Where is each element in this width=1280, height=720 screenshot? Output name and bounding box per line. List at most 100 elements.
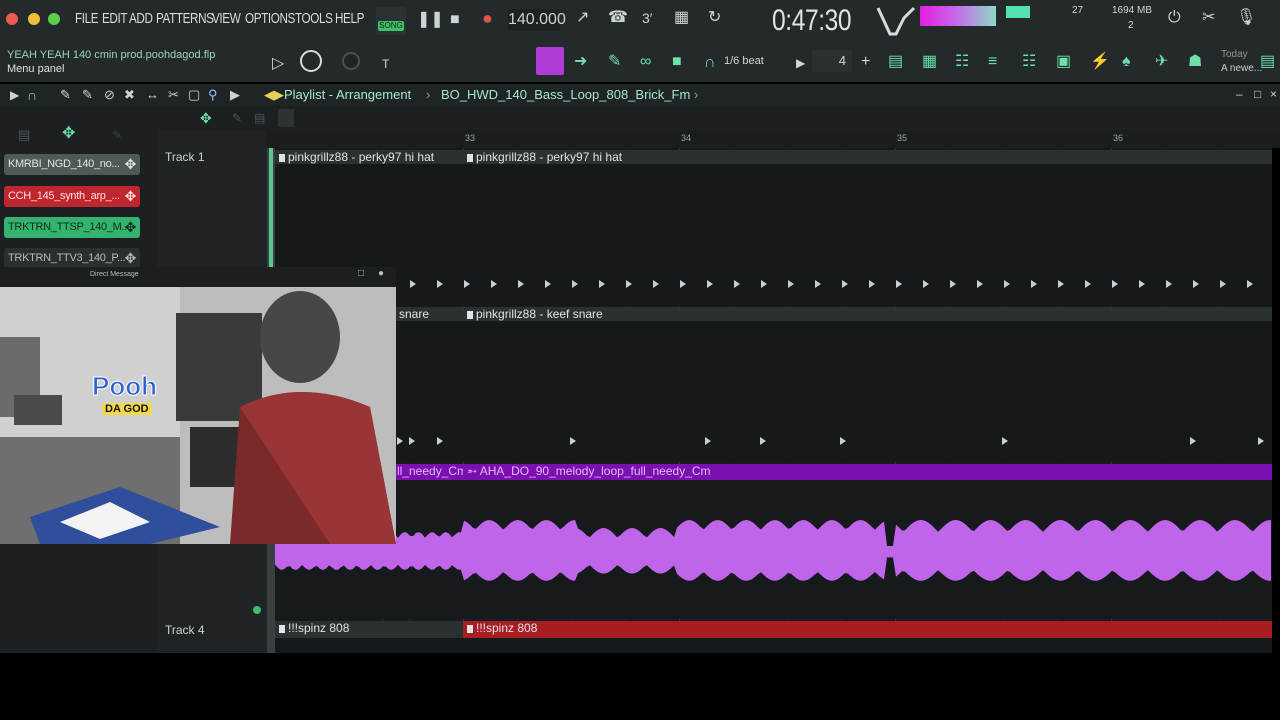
remote-icon[interactable]: ✈: [1155, 54, 1168, 70]
close-window-icon[interactable]: [6, 13, 18, 25]
mute-tool-icon[interactable]: ✖: [124, 87, 135, 103]
pencil-icon[interactable]: ✎: [608, 54, 621, 70]
project-icon[interactable]: ▣: [1056, 54, 1071, 70]
channel-add-icon[interactable]: ✥: [125, 248, 137, 269]
countdown-icon[interactable]: 3′: [642, 10, 652, 26]
expand-arrows-icon[interactable]: ✥: [62, 126, 75, 142]
arrow-right-icon[interactable]: ➜: [574, 54, 587, 70]
clip-header[interactable]: !!!spinz 808: [463, 621, 1272, 638]
browser-icon[interactable]: ☷: [1022, 54, 1036, 70]
play-pause-icon[interactable]: ❚❚: [417, 12, 444, 28]
typing-keyboard-icon[interactable]: T: [382, 56, 389, 72]
shop-icon[interactable]: ☗: [1188, 54, 1202, 70]
channel-add-icon[interactable]: ✥: [125, 154, 137, 175]
clip-body[interactable]: [275, 164, 1272, 306]
cut-icon[interactable]: ✂: [1202, 10, 1215, 26]
tuner-icon[interactable]: ▷: [272, 56, 284, 72]
channel-rack-icon[interactable]: ☷: [955, 54, 969, 70]
touch-keyboard-icon[interactable]: ♠: [1122, 54, 1131, 70]
menu-patterns[interactable]: PATTERNS: [156, 10, 214, 27]
menu-view[interactable]: VIEW: [212, 10, 241, 27]
channel-add-icon[interactable]: ✥: [125, 186, 137, 207]
webcam-expand-icon[interactable]: □: [358, 268, 364, 279]
melody-waveform[interactable]: [275, 480, 1272, 618]
playback-tool-icon[interactable]: ▶: [230, 87, 240, 103]
note-marker: [923, 280, 929, 288]
pattern-view-icon[interactable]: ▤: [18, 127, 30, 143]
plugin-icon[interactable]: ⚡: [1090, 54, 1110, 70]
clip-header[interactable]: pinkgrillz88 - perky97 hi hat: [463, 150, 1272, 164]
clip-header[interactable]: pinkgrillz88 - keef snare: [463, 307, 1272, 321]
microphone-icon[interactable]: 🎙: [1236, 10, 1256, 26]
current-pattern-name[interactable]: BO_HWD_140_Bass_Loop_808_Brick_Fm: [441, 87, 690, 102]
pat-song-toggle[interactable]: SONG: [376, 7, 406, 35]
mixer-icon[interactable]: ≡: [988, 54, 997, 70]
song-position-time[interactable]: 0:47:30: [772, 4, 852, 38]
link-icon[interactable]: ∞: [640, 54, 651, 70]
power-icon[interactable]: ⏻: [1168, 10, 1181, 26]
clip-body[interactable]: [275, 321, 1272, 462]
hint-news[interactable]: A newe...: [1221, 63, 1262, 74]
playlist-icon[interactable]: ▤: [888, 54, 903, 70]
draw-tool-icon[interactable]: ✎: [60, 87, 71, 103]
channel-item[interactable]: TRKTRN_TTV3_140_P... ✥: [4, 248, 140, 269]
picker-icon[interactable]: ✎: [232, 110, 242, 126]
menu-options[interactable]: OPTIONS: [245, 10, 295, 27]
menu-edit[interactable]: EDIT: [102, 10, 127, 27]
overview-scroll-thumb[interactable]: [278, 109, 294, 127]
clip-header[interactable]: !!!spinz 808: [275, 621, 463, 638]
channel-add-icon[interactable]: ✥: [125, 217, 137, 238]
minimize-panel-icon[interactable]: –: [1236, 86, 1243, 102]
magnet-icon[interactable]: ∩: [704, 55, 716, 71]
metronome-icon[interactable]: ↗: [576, 10, 589, 26]
zoom-tool-icon[interactable]: ⚲: [208, 87, 218, 103]
master-pitch-knob[interactable]: [340, 50, 362, 72]
menu-help[interactable]: HELP: [335, 10, 364, 27]
timeline-ruler[interactable]: 33 34 35 36: [267, 130, 1280, 148]
close-panel-icon[interactable]: ×: [1270, 86, 1277, 102]
minimize-window-icon[interactable]: [28, 13, 40, 25]
tempo-display[interactable]: 140.000: [508, 9, 566, 31]
master-volume-knob[interactable]: [298, 48, 324, 74]
piano-roll-icon[interactable]: ▦: [922, 54, 937, 70]
clip-label: pinkgrillz88 - perky97 hi hat: [476, 150, 623, 164]
clip-header[interactable]: pinkgrillz88 - perky97 hi hat: [275, 150, 463, 164]
channel-item[interactable]: CCH_145_synth_arp_... ✥: [4, 186, 140, 207]
slip-tool-icon[interactable]: ↔: [146, 87, 159, 103]
playlist-menu-arrow-icon[interactable]: ▶: [10, 87, 19, 103]
magnet-snap-icon[interactable]: ∩: [27, 87, 37, 103]
menu-add[interactable]: ADD: [129, 10, 153, 27]
maximize-window-icon[interactable]: [48, 13, 60, 25]
maximize-panel-icon[interactable]: □: [1254, 86, 1261, 102]
scroll-arrows-icon[interactable]: ✥: [200, 110, 212, 126]
channel-item[interactable]: TRKTRN_TTSP_140_M... ✥: [4, 217, 140, 238]
pattern-mode-icon[interactable]: [536, 47, 564, 75]
paint-tool-icon[interactable]: ✎: [82, 87, 93, 103]
snap-arrow-icon[interactable]: ▶: [796, 55, 805, 71]
webcam-close-icon[interactable]: ●: [378, 268, 384, 279]
clip-body[interactable]: [275, 638, 1272, 653]
record-icon[interactable]: ●: [482, 9, 493, 27]
pooh-da-god-logo: Pooh DA GOD: [70, 371, 166, 423]
delete-tool-icon[interactable]: ⊘: [104, 87, 115, 103]
audio-clip-header[interactable]: ➵ AHA_DO_90_melody_loop_full_needy_Cm: [463, 464, 1272, 480]
track-1-label[interactable]: Track 1: [165, 150, 205, 164]
list-icon[interactable]: ▤: [254, 110, 265, 126]
snap-selector[interactable]: 1/6 beat: [724, 55, 764, 67]
channel-item[interactable]: KMRBI_NGD_140_no... ✥: [4, 154, 140, 175]
news-icon[interactable]: ▤: [1260, 54, 1275, 70]
add-pattern-icon[interactable]: +: [861, 54, 870, 70]
menu-tools[interactable]: TOOLS: [295, 10, 333, 27]
pattern-selector[interactable]: 4: [812, 50, 852, 72]
menu-file[interactable]: FILE: [75, 10, 99, 27]
stamp-icon[interactable]: ■: [672, 54, 682, 70]
slice-tool-icon[interactable]: ✂: [168, 87, 179, 103]
wait-input-icon[interactable]: ☎: [608, 10, 628, 26]
select-tool-icon[interactable]: ▢: [188, 87, 200, 103]
stop-icon[interactable]: ■: [450, 12, 460, 28]
arrangement-icon[interactable]: ◀▶: [264, 87, 284, 103]
step-edit-icon[interactable]: ▦: [674, 10, 689, 26]
track-4-label[interactable]: Track 4: [165, 623, 205, 637]
loop-record-icon[interactable]: ↻: [708, 10, 721, 26]
track-3-mute-led[interactable]: [253, 606, 261, 614]
